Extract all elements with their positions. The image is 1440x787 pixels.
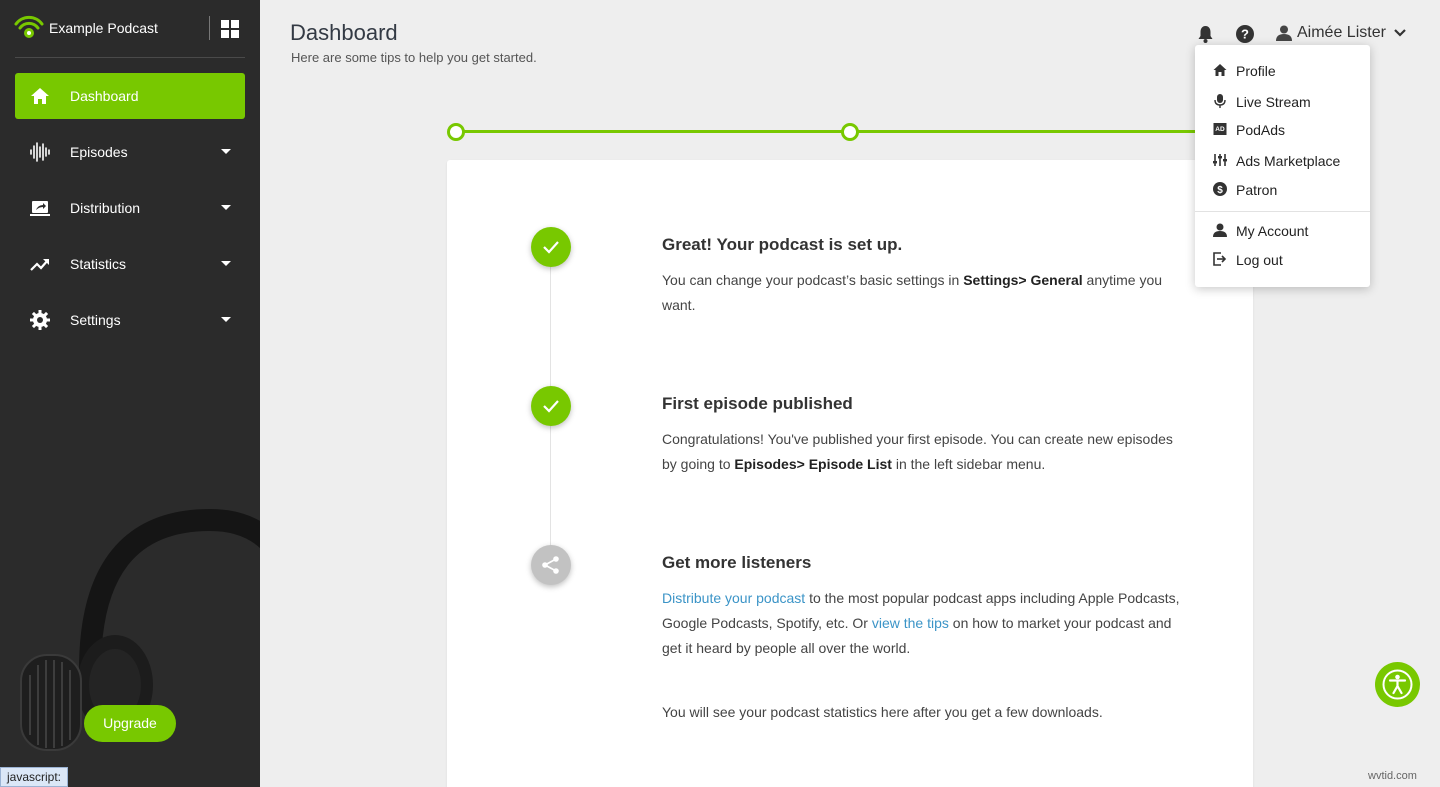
sidebar-item-dashboard[interactable]: Dashboard bbox=[15, 73, 245, 119]
onboarding-card: Great! Your podcast is set up. You can c… bbox=[447, 160, 1253, 787]
caret-down-icon bbox=[221, 317, 231, 322]
menu-separator bbox=[1195, 211, 1370, 212]
svg-text:?: ? bbox=[1241, 27, 1249, 42]
user-dropdown-menu: Profile Live Stream AD PodAds Ads Market… bbox=[1195, 45, 1370, 287]
sidebar-item-label: Statistics bbox=[70, 256, 127, 272]
step-description: Distribute your podcast to the most popu… bbox=[662, 590, 1180, 656]
progress-step-dot bbox=[841, 123, 859, 141]
step-complete-badge bbox=[531, 227, 571, 267]
home-icon bbox=[1213, 64, 1227, 76]
menu-item-live-stream[interactable]: Live Stream bbox=[1195, 89, 1370, 115]
sliders-icon bbox=[1213, 154, 1227, 166]
page-subtitle: Here are some tips to help you get start… bbox=[291, 50, 537, 65]
brand-divider bbox=[209, 16, 210, 40]
menu-item-podads[interactable]: AD PodAds bbox=[1195, 117, 1370, 143]
caret-down-icon bbox=[221, 205, 231, 210]
stats-note: You will see your podcast statistics her… bbox=[662, 704, 1103, 720]
step-description: You can change your podcast’s basic sett… bbox=[662, 272, 1163, 313]
menu-item-label: PodAds bbox=[1236, 122, 1286, 138]
apps-grid-icon[interactable] bbox=[221, 20, 239, 38]
menu-item-ads-marketplace[interactable]: Ads Marketplace bbox=[1195, 148, 1370, 174]
menu-item-patron[interactable]: $ Patron bbox=[1195, 177, 1370, 203]
sidebar-item-statistics[interactable]: Statistics bbox=[15, 241, 245, 287]
progress-step-dot bbox=[447, 123, 465, 141]
distribution-icon bbox=[30, 201, 50, 216]
svg-text:AD: AD bbox=[1215, 126, 1225, 133]
help-icon[interactable]: ? bbox=[1236, 25, 1254, 43]
share-icon bbox=[542, 556, 559, 574]
ad-icon: AD bbox=[1213, 123, 1227, 135]
gear-icon bbox=[30, 310, 50, 330]
user-icon bbox=[1213, 223, 1227, 237]
trending-up-icon bbox=[30, 259, 49, 271]
sidebar-item-distribution[interactable]: Distribution bbox=[15, 185, 245, 231]
chevron-down-icon bbox=[1394, 29, 1406, 37]
podcast-logo-icon[interactable] bbox=[14, 14, 44, 40]
brand-header: Example Podcast bbox=[0, 0, 260, 58]
accessibility-button[interactable] bbox=[1375, 662, 1420, 707]
step-pending-badge bbox=[531, 545, 571, 585]
sidebar: Example Podcast Dashboard Episodes Distr… bbox=[0, 0, 260, 787]
microphone-illustration bbox=[20, 654, 82, 751]
menu-item-label: Patron bbox=[1236, 182, 1278, 198]
logout-icon bbox=[1213, 252, 1227, 266]
sidebar-item-episodes[interactable]: Episodes bbox=[15, 129, 245, 175]
sidebar-item-settings[interactable]: Settings bbox=[15, 297, 245, 343]
step-title: Get more listeners bbox=[662, 553, 812, 572]
view-tips-link[interactable]: view the tips bbox=[872, 615, 949, 631]
headphones-illustration bbox=[77, 508, 260, 730]
menu-item-label: My Account bbox=[1236, 223, 1309, 239]
menu-item-log-out[interactable]: Log out bbox=[1195, 247, 1370, 273]
sidebar-item-label: Settings bbox=[70, 312, 121, 328]
checkmark-icon bbox=[543, 400, 559, 413]
step-title: First episode published bbox=[662, 394, 853, 413]
status-bar-url: javascript: bbox=[0, 767, 69, 787]
caret-down-icon bbox=[221, 261, 231, 266]
sidebar-item-label: Dashboard bbox=[70, 88, 139, 104]
menu-item-profile[interactable]: Profile bbox=[1195, 58, 1370, 84]
dollar-icon: $ bbox=[1213, 182, 1227, 196]
brand-separator bbox=[15, 57, 245, 58]
microphone-icon bbox=[1214, 94, 1226, 108]
bell-icon[interactable] bbox=[1197, 25, 1214, 43]
sidebar-item-label: Episodes bbox=[70, 144, 128, 160]
sidebar-item-label: Distribution bbox=[70, 200, 141, 216]
user-name: Aimée Lister bbox=[1297, 24, 1386, 41]
accessibility-icon bbox=[1382, 669, 1413, 700]
checkmark-icon bbox=[543, 241, 559, 254]
podcast-name[interactable]: Example Podcast bbox=[49, 20, 158, 36]
page-title: Dashboard bbox=[290, 20, 398, 45]
step-title: Great! Your podcast is set up. bbox=[662, 235, 903, 254]
user-icon bbox=[1276, 25, 1292, 41]
menu-item-my-account[interactable]: My Account bbox=[1195, 218, 1370, 244]
menu-item-label: Log out bbox=[1236, 252, 1283, 268]
menu-item-label: Ads Marketplace bbox=[1236, 153, 1341, 169]
distribute-podcast-link[interactable]: Distribute your podcast bbox=[662, 590, 805, 606]
menu-item-label: Profile bbox=[1236, 63, 1276, 79]
watermark: wvtid.com bbox=[1368, 770, 1417, 782]
caret-down-icon bbox=[221, 149, 231, 154]
waveform-icon bbox=[30, 142, 50, 162]
svg-text:$: $ bbox=[1217, 185, 1223, 196]
step-description: Congratulations! You've published your f… bbox=[662, 431, 1173, 472]
upgrade-button[interactable]: Upgrade bbox=[84, 705, 176, 742]
menu-item-label: Live Stream bbox=[1236, 94, 1311, 110]
step-complete-badge bbox=[531, 386, 571, 426]
onboarding-progress-line bbox=[455, 130, 1200, 133]
home-icon bbox=[31, 88, 49, 104]
